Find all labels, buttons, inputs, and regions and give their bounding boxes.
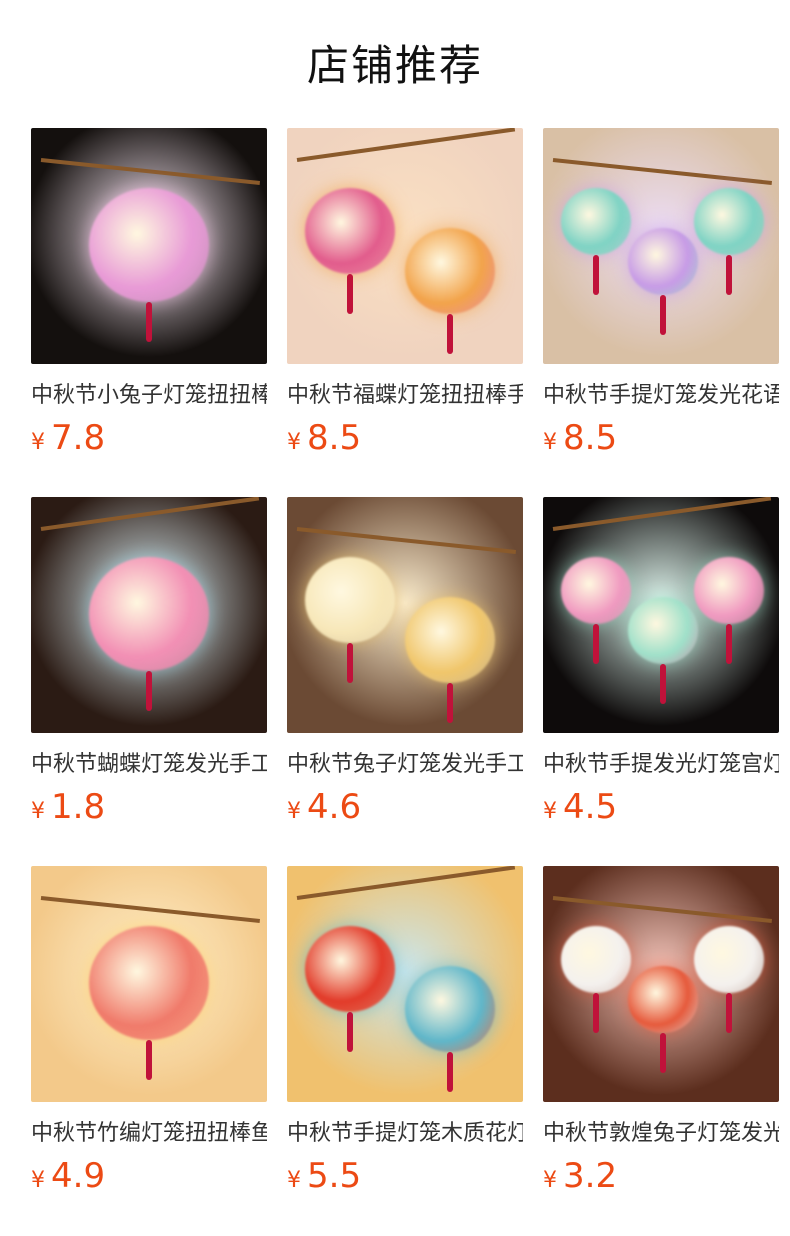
price-amount: 4.5	[563, 787, 618, 827]
product-price: ¥1.8	[31, 787, 267, 827]
price-amount: 5.5	[307, 1156, 362, 1196]
section-title: 店铺推荐	[306, 41, 483, 90]
fish-lantern-image[interactable]	[31, 866, 267, 1102]
product-card[interactable]: 中秋节兔子灯笼发光手工diy材料包 ¥4.6	[287, 497, 523, 827]
wooden-flower-lantern-image[interactable]	[287, 866, 523, 1102]
product-name[interactable]: 中秋节兔子灯笼发光手工diy材料包	[287, 747, 523, 783]
price-amount: 4.9	[51, 1156, 106, 1196]
product-name[interactable]: 中秋节蝴蝶灯笼发光手工diy材料包	[31, 747, 267, 783]
product-card[interactable]: 中秋节敦煌兔子灯笼发光diy材料包 ¥3.2	[543, 866, 779, 1196]
price-amount: 7.8	[51, 418, 106, 458]
price-amount: 4.6	[307, 787, 362, 827]
product-card[interactable]: 中秋节竹编灯笼扭扭棒鱼灯diy材料包 ¥4.9	[31, 866, 267, 1196]
product-card[interactable]: 中秋节蝴蝶灯笼发光手工diy材料包 ¥1.8	[31, 497, 267, 827]
product-price: ¥4.5	[543, 787, 779, 827]
currency-symbol: ¥	[287, 799, 301, 824]
butterfly-lantern-image[interactable]	[287, 128, 523, 364]
product-price: ¥7.8	[31, 418, 267, 458]
price-amount: 8.5	[307, 418, 362, 458]
price-amount: 8.5	[563, 418, 618, 458]
product-card[interactable]: 中秋节手提发光灯笼宫灯diy材料包 ¥4.5	[543, 497, 779, 827]
product-price: ¥4.6	[287, 787, 523, 827]
product-price: ¥3.2	[543, 1156, 779, 1196]
product-card[interactable]: 中秋节小兔子灯笼扭扭棒手工diy材料包 ¥7.8	[31, 128, 267, 458]
product-name[interactable]: 中秋节手提发光灯笼宫灯diy材料包	[543, 747, 779, 783]
currency-symbol: ¥	[543, 1168, 557, 1193]
currency-symbol: ¥	[287, 1168, 301, 1193]
product-card[interactable]: 中秋节手提灯笼木质花灯diy材料包 ¥5.5	[287, 866, 523, 1196]
dunhuang-rabbit-lantern-image[interactable]	[543, 866, 779, 1102]
currency-symbol: ¥	[31, 430, 45, 455]
product-name[interactable]: 中秋节敦煌兔子灯笼发光diy材料包	[543, 1116, 779, 1152]
product-name[interactable]: 中秋节手提灯笼木质花灯diy材料包	[287, 1116, 523, 1152]
product-price: ¥5.5	[287, 1156, 523, 1196]
currency-symbol: ¥	[287, 430, 301, 455]
product-price: ¥4.9	[31, 1156, 267, 1196]
product-price: ¥8.5	[287, 418, 523, 458]
product-name[interactable]: 中秋节竹编灯笼扭扭棒鱼灯diy材料包	[31, 1116, 267, 1152]
butterfly-kite-lantern-image[interactable]	[31, 497, 267, 733]
product-card[interactable]: 中秋节福蝶灯笼扭扭棒手工diy材料包 ¥8.5	[287, 128, 523, 458]
rabbit-lantern-image[interactable]	[31, 128, 267, 364]
product-price: ¥8.5	[543, 418, 779, 458]
price-amount: 3.2	[563, 1156, 618, 1196]
product-name[interactable]: 中秋节福蝶灯笼扭扭棒手工diy材料包	[287, 378, 523, 414]
currency-symbol: ¥	[543, 430, 557, 455]
product-card[interactable]: 中秋节手提灯笼发光花语亭宫灯 ¥8.5	[543, 128, 779, 458]
currency-symbol: ¥	[543, 799, 557, 824]
price-amount: 1.8	[51, 787, 106, 827]
rabbit-moon-lantern-image[interactable]	[287, 497, 523, 733]
palace-lantern-image[interactable]	[543, 497, 779, 733]
currency-symbol: ¥	[31, 1168, 45, 1193]
currency-symbol: ¥	[31, 799, 45, 824]
product-name[interactable]: 中秋节小兔子灯笼扭扭棒手工diy材料包	[31, 378, 267, 414]
pavilion-lantern-image[interactable]	[543, 128, 779, 364]
product-name[interactable]: 中秋节手提灯笼发光花语亭宫灯	[543, 378, 779, 414]
